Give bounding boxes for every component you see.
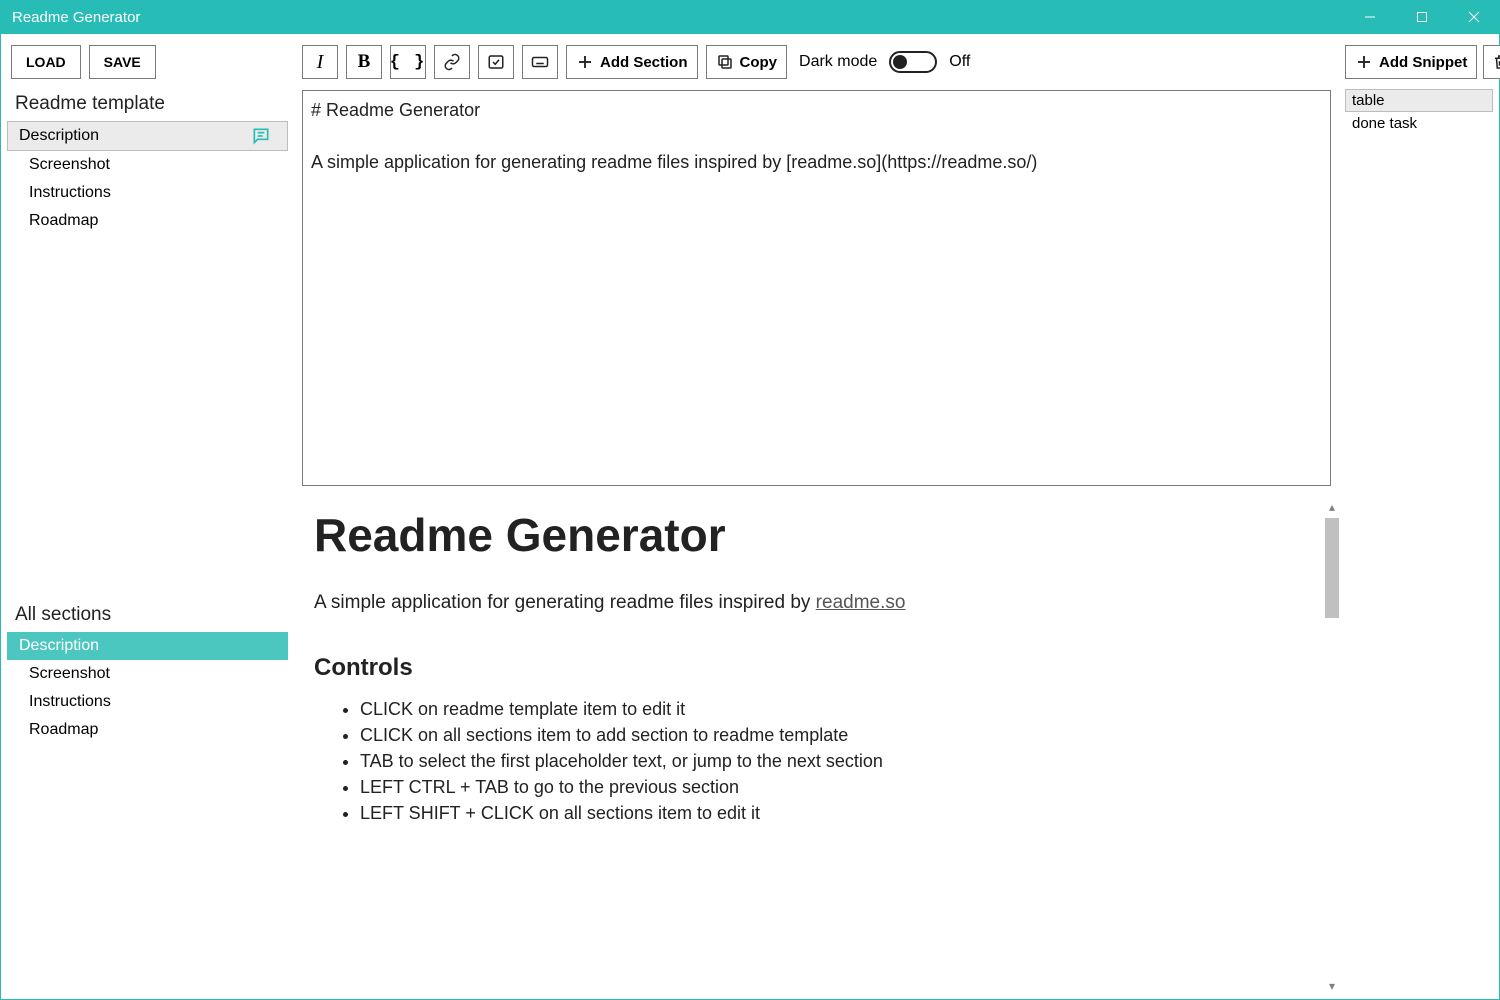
preview-controls-heading: Controls xyxy=(314,654,1321,682)
close-icon xyxy=(1468,11,1480,23)
snippet-list: tabledone task xyxy=(1345,89,1493,135)
template-item-label: Screenshot xyxy=(29,156,267,174)
preview-scrollbar[interactable]: ▴ ▾ xyxy=(1325,500,1339,993)
checkbox-icon xyxy=(487,53,505,71)
template-item[interactable]: Instructions xyxy=(11,179,284,207)
copy-label: Copy xyxy=(740,54,778,71)
scroll-up-arrow[interactable]: ▴ xyxy=(1325,500,1339,514)
template-heading: Readme template xyxy=(1,91,294,121)
trash-icon xyxy=(1492,53,1500,71)
center-column: I B { } xyxy=(294,34,1339,999)
titlebar: Readme Generator xyxy=(0,0,1500,34)
maximize-icon xyxy=(1416,11,1428,23)
preview-lead: A simple application for generating read… xyxy=(314,592,1321,614)
add-snippet-button[interactable]: Add Snippet xyxy=(1345,45,1477,79)
code-button[interactable]: { } xyxy=(390,45,426,79)
template-item-label: Instructions xyxy=(29,184,267,202)
add-section-button[interactable]: Add Section xyxy=(566,45,698,79)
plus-icon xyxy=(1355,53,1373,71)
bold-icon: B xyxy=(358,51,371,73)
keyboard-icon xyxy=(531,53,549,71)
window-title: Readme Generator xyxy=(12,9,140,26)
all-sections-item[interactable]: Instructions xyxy=(11,688,284,716)
all-sections-list: Description Screenshot Instructions Roadmap xyxy=(1,632,294,981)
add-snippet-label: Add Snippet xyxy=(1379,54,1467,71)
copy-button[interactable]: Copy xyxy=(706,45,788,79)
load-button[interactable]: LOAD xyxy=(11,45,81,79)
window-close-button[interactable] xyxy=(1448,0,1500,34)
all-sections-item-label: Description xyxy=(19,637,271,655)
preview-controls-item: CLICK on all sections item to add sectio… xyxy=(360,722,1321,748)
dark-mode-toggle[interactable] xyxy=(889,51,937,73)
dark-mode-label: Dark mode xyxy=(799,53,877,71)
template-item-label: Description xyxy=(19,127,251,145)
preview-controls-item: TAB to select the first placeholder text… xyxy=(360,748,1321,774)
copy-icon xyxy=(716,53,734,71)
template-item-label: Roadmap xyxy=(29,212,267,230)
dark-mode-state: Off xyxy=(949,53,970,71)
window-maximize-button[interactable] xyxy=(1396,0,1448,34)
snippet-item[interactable]: done task xyxy=(1345,112,1493,135)
preview-pane: Readme Generator A simple application fo… xyxy=(294,494,1339,999)
template-item[interactable]: Screenshot xyxy=(11,151,284,179)
link-icon xyxy=(443,53,461,71)
preview-controls-list: CLICK on readme template item to edit it… xyxy=(314,696,1321,826)
minimize-icon xyxy=(1364,11,1376,23)
all-sections-item-label: Screenshot xyxy=(29,665,267,683)
italic-icon: I xyxy=(317,51,324,74)
preview-content: Readme Generator A simple application fo… xyxy=(314,494,1321,826)
preview-controls-item: CLICK on readme template item to edit it xyxy=(360,696,1321,722)
toolbar: I B { } xyxy=(294,45,1339,90)
markdown-editor[interactable] xyxy=(303,91,1330,485)
keyboard-button[interactable] xyxy=(522,45,558,79)
all-sections-item[interactable]: Description xyxy=(7,632,288,660)
all-sections-item-label: Instructions xyxy=(29,693,267,711)
preview-controls-item: LEFT SHIFT + CLICK on all sections item … xyxy=(360,800,1321,826)
scroll-down-arrow[interactable]: ▾ xyxy=(1325,979,1339,993)
link-button[interactable] xyxy=(434,45,470,79)
sidebar-right: Add Snippet tabledone task xyxy=(1339,34,1499,999)
bold-button[interactable]: B xyxy=(346,45,382,79)
editor-pane xyxy=(302,90,1331,486)
preview-controls-item: LEFT CTRL + TAB to go to the previous se… xyxy=(360,774,1321,800)
window-minimize-button[interactable] xyxy=(1344,0,1396,34)
all-sections-heading: All sections xyxy=(1,602,294,632)
all-sections-item[interactable]: Roadmap xyxy=(11,716,284,744)
snippet-item[interactable]: table xyxy=(1345,89,1493,112)
preview-h1: Readme Generator xyxy=(314,508,1321,562)
delete-snippet-button[interactable] xyxy=(1483,45,1500,79)
preview-lead-link[interactable]: readme.so xyxy=(816,592,906,613)
sidebar-left: LOAD SAVE Readme template Description Scr… xyxy=(1,34,294,999)
template-item[interactable]: Description xyxy=(7,121,288,151)
checklist-button[interactable] xyxy=(478,45,514,79)
toggle-knob xyxy=(893,55,907,69)
braces-icon: { } xyxy=(390,53,427,72)
scroll-thumb[interactable] xyxy=(1325,518,1339,618)
template-list: Description Screenshot Instructions Roadmap xyxy=(1,121,294,235)
chat-icon xyxy=(251,126,271,146)
all-sections-item[interactable]: Screenshot xyxy=(11,660,284,688)
preview-scroll-viewport[interactable]: Readme Generator A simple application fo… xyxy=(314,494,1321,999)
plus-icon xyxy=(576,53,594,71)
italic-button[interactable]: I xyxy=(302,45,338,79)
all-sections-item-label: Roadmap xyxy=(29,721,267,739)
template-item[interactable]: Roadmap xyxy=(11,207,284,235)
add-section-label: Add Section xyxy=(600,54,688,71)
preview-lead-text: A simple application for generating read… xyxy=(314,592,816,613)
save-button[interactable]: SAVE xyxy=(89,45,156,79)
